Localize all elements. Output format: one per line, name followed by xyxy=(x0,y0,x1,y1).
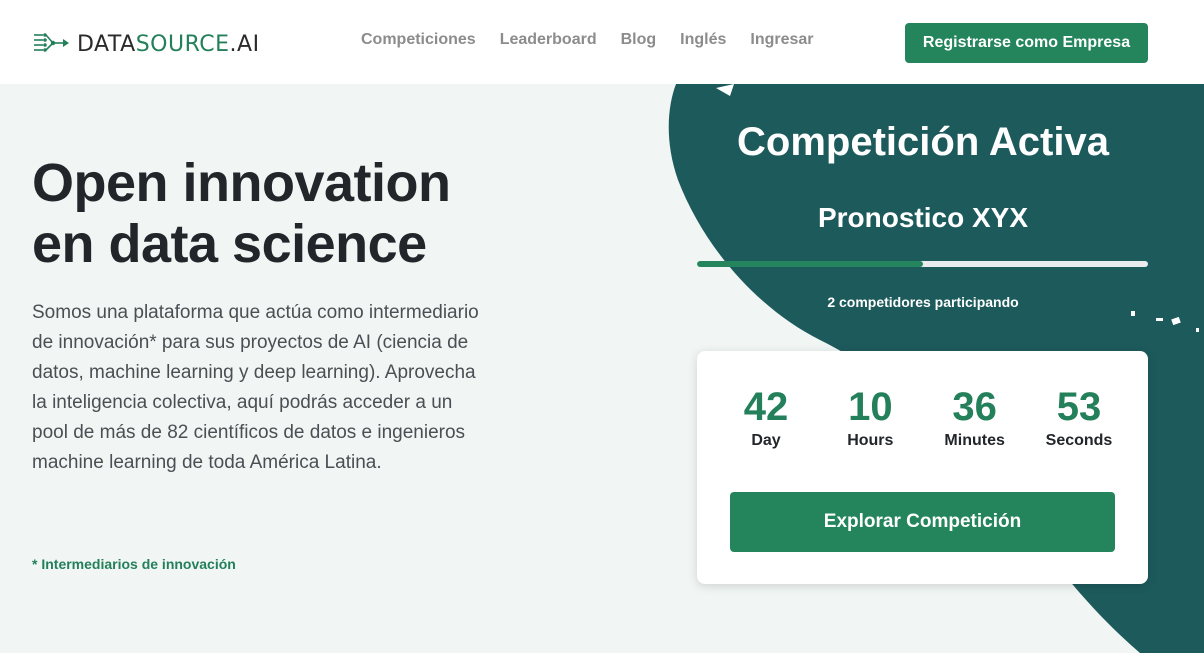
countdown-seconds-value: 53 xyxy=(1056,385,1102,429)
countdown-seconds-label: Seconds xyxy=(1045,432,1113,449)
countdown-timer: 42 Day 10 Hours 36 Minutes 53 Seconds xyxy=(715,385,1130,451)
logo-text: DATASOURCE.AI xyxy=(77,31,260,57)
nav-link-competiciones[interactable]: Competiciones xyxy=(361,31,476,49)
top-navbar: DATASOURCE.AI Competiciones Leaderboard … xyxy=(0,0,1204,84)
countdown-hours: 10 Hours xyxy=(819,385,921,451)
explore-competition-button[interactable]: Explorar Competición xyxy=(730,492,1115,552)
register-company-button[interactable]: Registrarse como Empresa xyxy=(905,23,1148,63)
countdown-seconds: 53 Seconds xyxy=(1028,385,1130,451)
competition-progress-fill xyxy=(697,261,923,267)
site-logo[interactable]: DATASOURCE.AI xyxy=(33,30,260,58)
nav-link-login[interactable]: Ingresar xyxy=(750,31,813,49)
hero-title-line-1: Open innovation xyxy=(32,153,451,213)
main-nav: Competiciones Leaderboard Blog Inglés In… xyxy=(361,31,814,49)
countdown-card: 42 Day 10 Hours 36 Minutes 53 Seconds Ex… xyxy=(697,351,1148,584)
nav-link-language[interactable]: Inglés xyxy=(680,31,726,49)
competition-name: Pronostico XYX xyxy=(817,202,1029,233)
hero-title: Open innovation en data science xyxy=(32,153,552,275)
countdown-minutes-value: 36 xyxy=(952,385,997,429)
hero-description: Somos una plataforma que actúa como inte… xyxy=(32,302,479,473)
countdown-days-value: 42 xyxy=(743,385,789,429)
participants-count: 2 competidores participando xyxy=(827,294,1019,310)
countdown-minutes-label: Minutes xyxy=(944,432,1005,449)
countdown-hours-value: 10 xyxy=(848,385,893,429)
countdown-minutes: 36 Minutes xyxy=(924,385,1026,451)
hero-footnote: * Intermediarios de innovación xyxy=(32,556,236,572)
hero-title-line-2: en data science xyxy=(32,214,427,274)
active-competition-heading: Competición Activa xyxy=(737,120,1109,164)
countdown-days-label: Day xyxy=(751,432,781,449)
logo-icon xyxy=(34,33,69,52)
nav-link-blog[interactable]: Blog xyxy=(621,31,657,49)
countdown-days: 42 Day xyxy=(715,385,817,451)
competition-progress-bar xyxy=(697,261,1148,267)
nav-link-leaderboard[interactable]: Leaderboard xyxy=(500,31,597,49)
countdown-hours-label: Hours xyxy=(847,432,894,449)
